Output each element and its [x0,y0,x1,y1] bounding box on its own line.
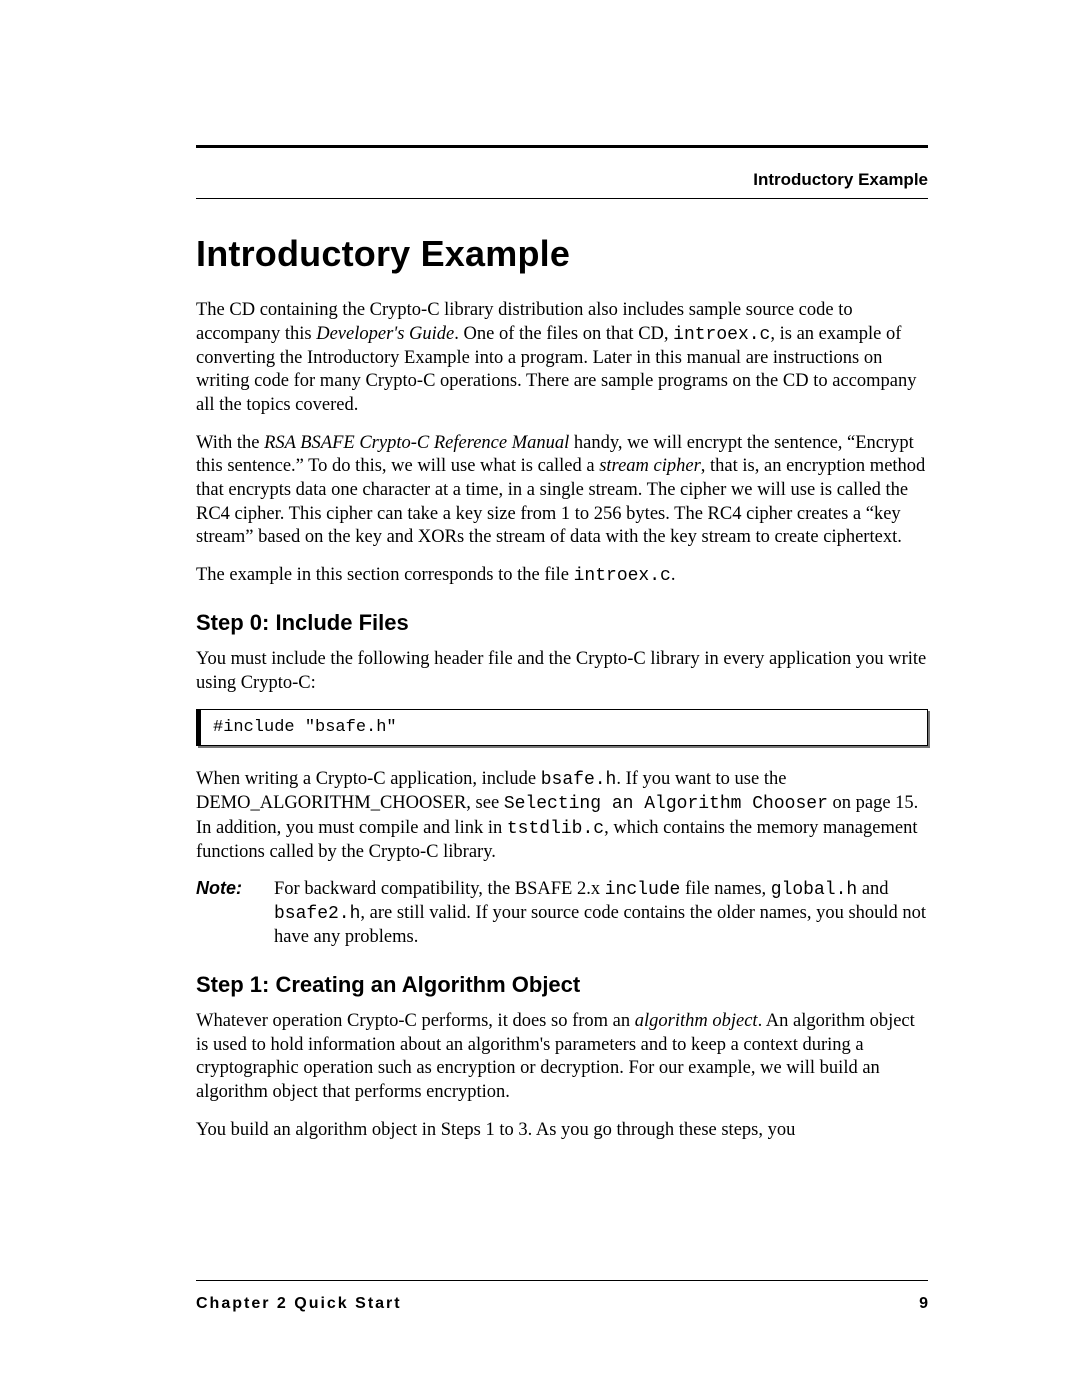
note-body: For backward compatibility, the BSAFE 2.… [274,878,928,950]
code-inline: global.h [771,880,857,900]
code-inline: tstdlib.c [507,819,604,839]
text-italic: algorithm object [635,1011,758,1031]
footer-row: Chapter 2 Quick Start 9 [196,1295,928,1313]
text: . One of the files on that CD, [454,324,673,344]
text: file names, [680,879,770,899]
text: and [857,879,888,899]
intro-paragraph-2: With the RSA BSAFE Crypto-C Reference Ma… [196,432,928,550]
code-inline: bsafe.h [541,770,617,790]
page-footer: Chapter 2 Quick Start 9 [196,1280,928,1313]
footer-page-number: 9 [919,1295,928,1313]
code-inline: include [605,880,681,900]
text-italic: RSA BSAFE Crypto-C Reference Manual [264,433,569,453]
footer-chapter: Chapter 2 Quick Start [196,1295,402,1313]
thin-rule-bottom [196,1280,928,1281]
running-head: Introductory Example [196,170,928,190]
text: , are still valid. If your source code c… [274,903,926,947]
text: When writing a Crypto-C application, inc… [196,769,541,789]
code-inline: bsafe2.h [274,904,360,924]
page-title: Introductory Example [196,233,928,275]
step0-paragraph-2: When writing a Crypto-C application, inc… [196,768,928,864]
text-italic: stream cipher [599,456,701,476]
text: . [671,565,676,585]
note-label: Note: [196,878,274,950]
document-page: Introductory Example Introductory Exampl… [0,0,1080,1397]
intro-paragraph-1: The CD containing the Crypto-C library d… [196,299,928,418]
top-rule [196,145,928,148]
step1-paragraph-1: Whatever operation Crypto-C performs, it… [196,1010,928,1105]
text: Whatever operation Crypto-C performs, it… [196,1011,635,1031]
note-block: Note: For backward compatibility, the BS… [196,878,928,950]
text: With the [196,433,264,453]
text: The example in this section corresponds … [196,565,574,585]
code-inline: introex.c [673,325,770,345]
code-inline: introex.c [574,566,671,586]
code-block: #include "bsafe.h" [196,709,928,746]
step0-paragraph: You must include the following header fi… [196,648,928,695]
text: For backward compatibility, the BSAFE 2.… [274,879,605,899]
step1-paragraph-2: You build an algorithm object in Steps 1… [196,1119,928,1143]
intro-paragraph-3: The example in this section corresponds … [196,564,928,588]
code-inline: Selecting an Algorithm Chooser [504,794,828,814]
text-italic: Developer's Guide [316,324,454,344]
step0-heading: Step 0: Include Files [196,610,928,636]
thin-rule-top [196,198,928,199]
step1-heading: Step 1: Creating an Algorithm Object [196,972,928,998]
